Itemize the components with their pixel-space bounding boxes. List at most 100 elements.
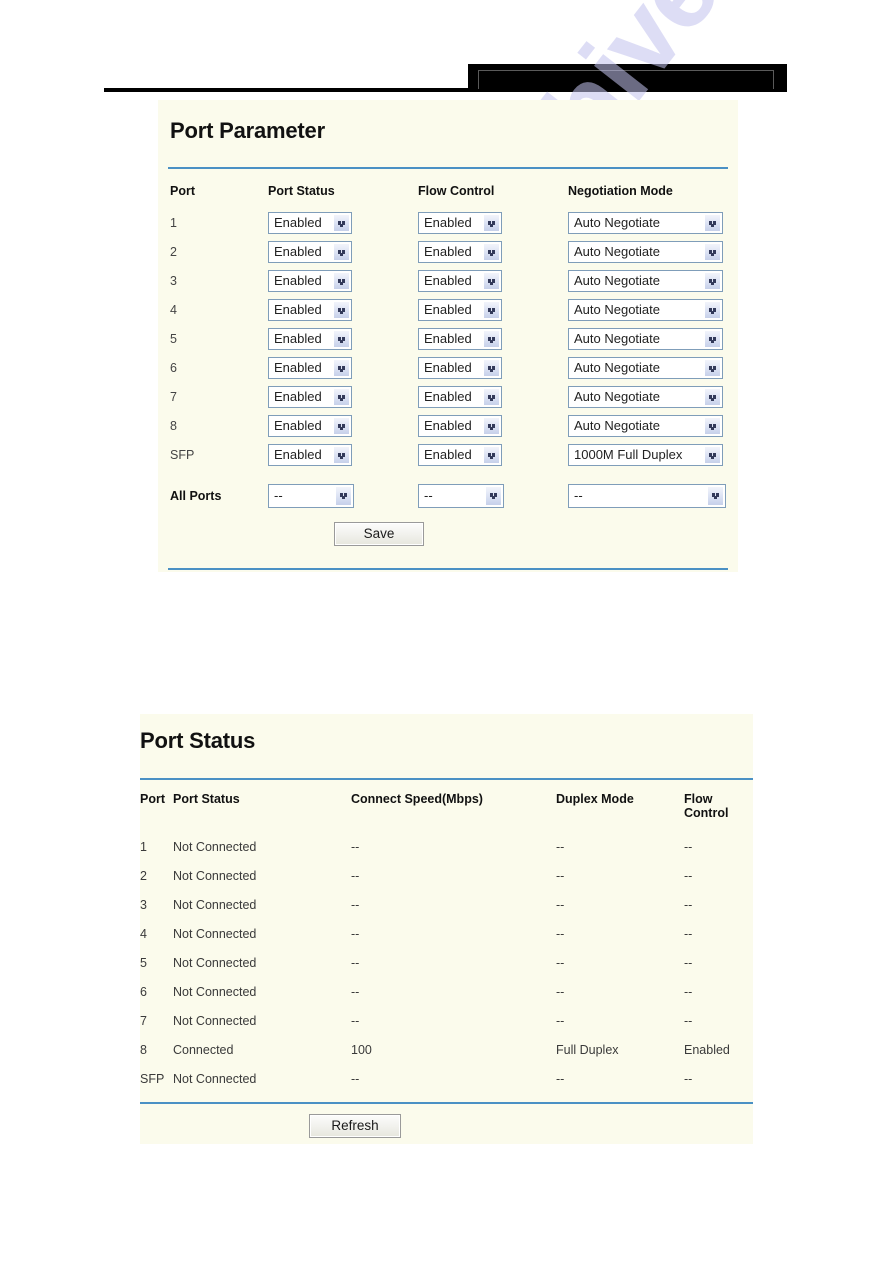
all-ports-port-status-select-value: --: [274, 487, 283, 503]
duplex-mode-value: --: [556, 1013, 565, 1028]
chevron-down-icon[interactable]: [704, 242, 721, 261]
flow-control-select-3[interactable]: Enabled: [418, 269, 502, 292]
chevron-down-icon[interactable]: [333, 213, 350, 232]
port-status-select-2[interactable]: Enabled: [268, 240, 352, 263]
chevron-down-icon[interactable]: [333, 242, 350, 261]
chevron-down-icon[interactable]: [483, 213, 500, 232]
chevron-down-icon[interactable]: [483, 242, 500, 261]
column-header-port-status: Port Status: [173, 792, 240, 806]
negotiation-mode-select-2[interactable]: Auto Negotiate: [568, 240, 723, 263]
refresh-button[interactable]: Refresh: [309, 1114, 401, 1138]
chevron-down-icon[interactable]: [333, 387, 350, 406]
chevron-down-icon[interactable]: [704, 445, 721, 464]
chevron-down-icon[interactable]: [483, 387, 500, 406]
flow-control-cell: Enabled: [418, 353, 568, 382]
table-row: 7 Enabled Enabled Auto Negotiate: [170, 382, 730, 411]
chevron-down-icon[interactable]: [704, 300, 721, 319]
connect-speed-value: --: [351, 897, 360, 912]
flow-control-value: --: [684, 1071, 693, 1086]
connect-speed-value: --: [351, 1071, 360, 1086]
chevron-down-icon[interactable]: [333, 271, 350, 290]
port-label: 5: [170, 331, 177, 346]
flow-control-value: --: [684, 955, 693, 970]
port-status-panel: Port Status Port Port Status Connect Spe…: [140, 714, 753, 1144]
flow-control-select-5[interactable]: Enabled: [418, 327, 502, 350]
negotiation-mode-select-6[interactable]: Auto Negotiate: [568, 356, 723, 379]
port-status-select-7[interactable]: Enabled: [268, 385, 352, 408]
chevron-down-icon[interactable]: [333, 445, 350, 464]
table-row: 5 Not Connected -- -- --: [140, 948, 753, 977]
chevron-down-icon[interactable]: [335, 485, 352, 506]
chevron-down-icon[interactable]: [333, 358, 350, 377]
chevron-down-icon[interactable]: [704, 416, 721, 435]
chevron-down-icon[interactable]: [483, 300, 500, 319]
table-row: 6 Enabled Enabled Auto Negotiate: [170, 353, 730, 382]
negotiation-mode-select-5[interactable]: Auto Negotiate: [568, 327, 723, 350]
negotiation-mode-select-3[interactable]: Auto Negotiate: [568, 269, 723, 292]
port-parameter-top-rule: [168, 167, 728, 169]
chevron-down-icon[interactable]: [483, 416, 500, 435]
port-status-select-4[interactable]: Enabled: [268, 298, 352, 321]
port-status-cell: Enabled: [268, 295, 418, 324]
chevron-down-icon[interactable]: [483, 329, 500, 348]
port-status-select-SFP[interactable]: Enabled: [268, 443, 352, 466]
flow-control-select-SFP[interactable]: Enabled: [418, 443, 502, 466]
port-parameter-bottom-rule: [168, 568, 728, 570]
negotiation-mode-cell: Auto Negotiate: [568, 353, 730, 382]
flow-control-select-4[interactable]: Enabled: [418, 298, 502, 321]
port-status-table: Port Port Status Connect Speed(Mbps) Dup…: [140, 792, 753, 1093]
port-status-select-3[interactable]: Enabled: [268, 269, 352, 292]
column-header-duplex-mode: Duplex Mode: [556, 792, 634, 806]
flow-control-select-2[interactable]: Enabled: [418, 240, 502, 263]
negotiation-mode-select-8[interactable]: Auto Negotiate: [568, 414, 723, 437]
port-status-cell: Enabled: [268, 382, 418, 411]
flow-control-select-6[interactable]: Enabled: [418, 356, 502, 379]
flow-control-value: Enabled: [684, 1042, 730, 1057]
negotiation-mode-select-1[interactable]: Auto Negotiate: [568, 211, 723, 234]
flow-control-select-1[interactable]: Enabled: [418, 211, 502, 234]
chevron-down-icon[interactable]: [483, 445, 500, 464]
port-status-select-8[interactable]: Enabled: [268, 414, 352, 437]
table-row: 7 Not Connected -- -- --: [140, 1006, 753, 1035]
port-status-select-5[interactable]: Enabled: [268, 327, 352, 350]
all-ports-port-status-select[interactable]: --: [268, 483, 354, 508]
negotiation-mode-select-4[interactable]: Auto Negotiate: [568, 298, 723, 321]
flow-control-value: --: [684, 926, 693, 941]
chevron-down-icon[interactable]: [704, 329, 721, 348]
port-status-cell: Enabled: [268, 440, 418, 469]
port-label: 8: [170, 418, 177, 433]
port-label: 8: [140, 1042, 147, 1057]
chevron-down-icon[interactable]: [333, 329, 350, 348]
port-label: 6: [170, 360, 177, 375]
chevron-down-icon[interactable]: [704, 358, 721, 377]
chevron-down-icon[interactable]: [707, 485, 724, 506]
save-button[interactable]: Save: [334, 522, 424, 546]
port-status-select-6[interactable]: Enabled: [268, 356, 352, 379]
chevron-down-icon[interactable]: [483, 271, 500, 290]
negotiation-mode-select-SFP[interactable]: 1000M Full Duplex: [568, 443, 723, 466]
port-status-select-1[interactable]: Enabled: [268, 211, 352, 234]
flow-control-select-8[interactable]: Enabled: [418, 414, 502, 437]
chevron-down-icon[interactable]: [483, 358, 500, 377]
table-row: 2 Enabled Enabled Auto Negotiate: [170, 237, 730, 266]
all-ports-port-status-select-cell: --: [268, 469, 418, 510]
negotiation-mode-select-7[interactable]: Auto Negotiate: [568, 385, 723, 408]
flow-control-select-SFP-value: Enabled: [424, 446, 472, 462]
port-label: SFP: [170, 447, 195, 462]
flow-control-select-7[interactable]: Enabled: [418, 385, 502, 408]
chevron-down-icon[interactable]: [333, 416, 350, 435]
chevron-down-icon[interactable]: [704, 213, 721, 232]
duplex-mode-value: --: [556, 868, 565, 883]
connect-speed-value: --: [351, 955, 360, 970]
port-label: 5: [140, 955, 147, 970]
all-ports-flow-control-select[interactable]: --: [418, 483, 504, 508]
flow-control-select-7-value: Enabled: [424, 388, 472, 404]
chevron-down-icon[interactable]: [704, 271, 721, 290]
chevron-down-icon[interactable]: [485, 485, 502, 506]
flow-control-cell: Enabled: [418, 295, 568, 324]
chevron-down-icon[interactable]: [704, 387, 721, 406]
all-ports-negotiation-mode-select[interactable]: --: [568, 483, 726, 508]
port-status-value: Not Connected: [173, 1071, 257, 1086]
chevron-down-icon[interactable]: [333, 300, 350, 319]
port-parameter-table: Port Port Status Flow Control Negotiatio…: [170, 184, 730, 510]
